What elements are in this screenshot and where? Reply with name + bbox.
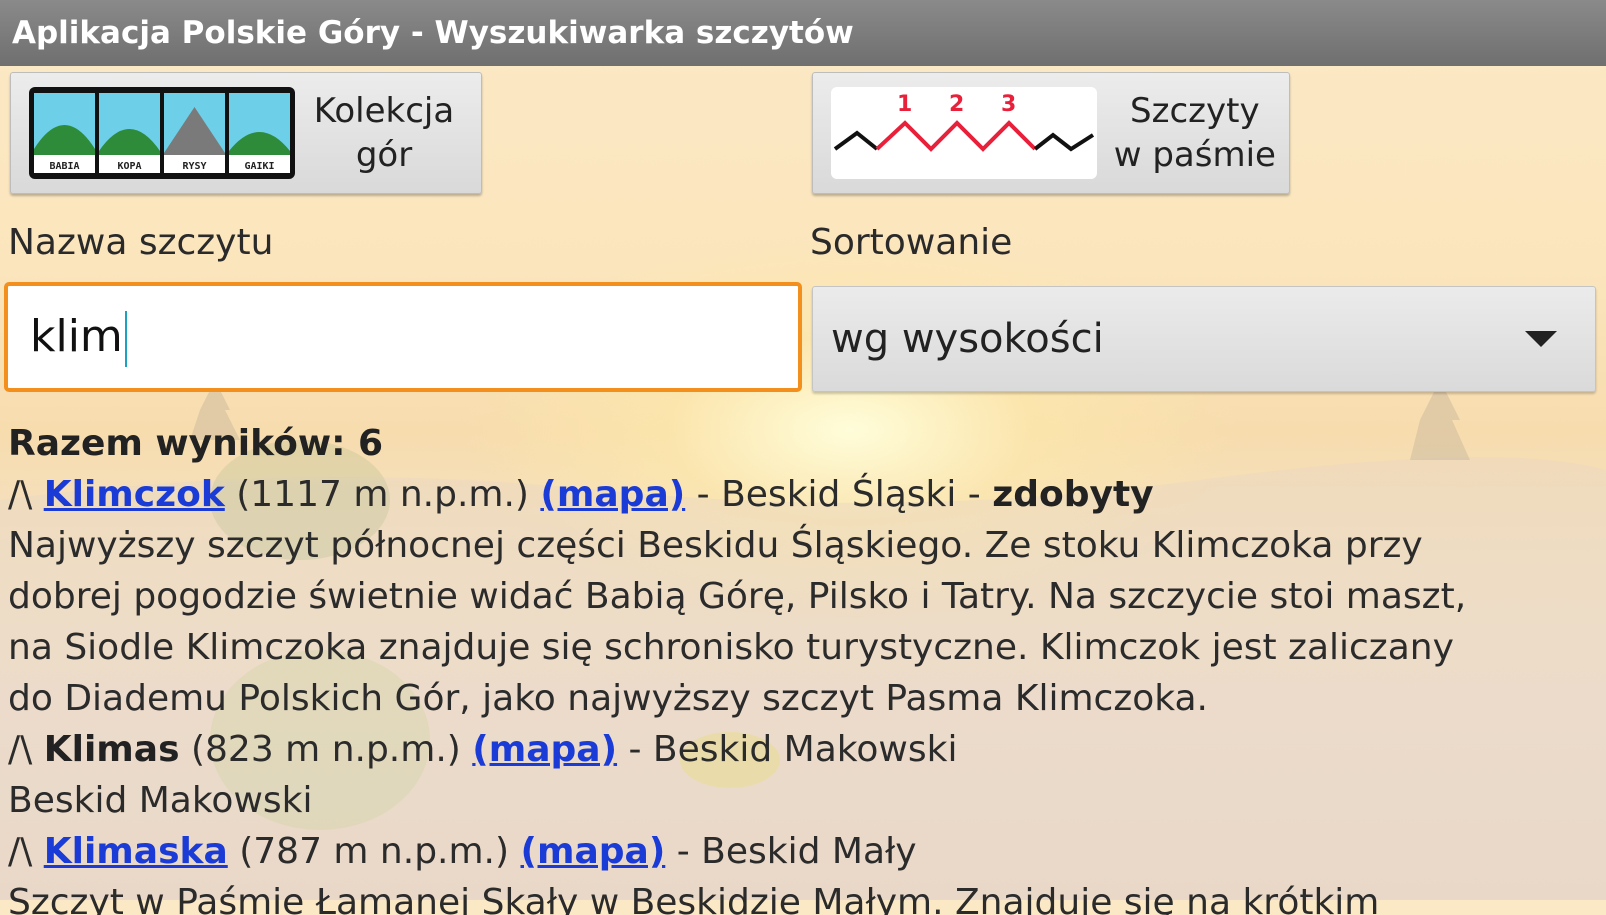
- peak-name-label: Nazwa szczytu: [8, 222, 274, 263]
- peak-marker-icon: /\: [8, 729, 33, 770]
- peak-description-line: Szczyt w Paśmie Łamanej Skały w Beskidzi…: [8, 882, 1380, 915]
- mountain-thumb-icon: GAIKI: [229, 93, 290, 173]
- peak-height: (1117 m n.p.m.): [236, 474, 529, 515]
- peak-name-klimas: Klimas: [43, 729, 180, 770]
- map-link[interactable]: (mapa): [521, 831, 666, 872]
- peak-range: - Beskid Makowski: [628, 729, 958, 770]
- text-caret: [124, 311, 127, 367]
- mountain-thumb-icon: KOPA: [99, 93, 160, 173]
- peak-height: (787 m n.p.m.): [239, 831, 510, 872]
- peak-description-line: na Siodle Klimczoka znajduje się schroni…: [8, 627, 1454, 668]
- map-link[interactable]: (mapa): [472, 729, 617, 770]
- peak-name-input-value: klim: [30, 311, 123, 362]
- peak-range: - Beskid Mały: [676, 831, 917, 872]
- peak-status: zdobyty: [992, 474, 1154, 515]
- thumb-label: BABIA: [49, 161, 80, 172]
- range-number: 2: [949, 92, 964, 117]
- mountain-collection-icon: BABIA KOPA RYSY GAIKI: [29, 87, 295, 179]
- results-total: Razem wyników: 6: [8, 423, 384, 464]
- peak-name-input[interactable]: klim: [4, 282, 802, 392]
- peak-description-line: Beskid Makowski: [8, 780, 313, 821]
- peaks-range-icon: 1 2 3: [831, 87, 1097, 179]
- peaks-in-range-label: Szczyty w paśmie: [1113, 91, 1276, 175]
- peak-marker-icon: /\: [8, 831, 33, 872]
- map-link[interactable]: (mapa): [540, 474, 685, 515]
- result-header: /\ Klimas (823 m n.p.m.) (mapa) - Beskid…: [8, 724, 1588, 775]
- result-header: /\ Klimczok (1117 m n.p.m.) (mapa) - Bes…: [8, 469, 1588, 520]
- mountain-thumb-icon: RYSY: [164, 93, 225, 173]
- mountain-collection-label: Kolekcja gór: [313, 91, 455, 175]
- app-title: Aplikacja Polskie Góry - Wyszukiwarka sz…: [12, 15, 854, 51]
- peak-range: - Beskid Śląski -: [696, 474, 981, 515]
- peaks-in-range-button[interactable]: 1 2 3 Szczyty w paśmie: [812, 72, 1290, 194]
- dropdown-arrow-icon: [1525, 331, 1557, 347]
- thumb-label: GAIKI: [244, 161, 275, 172]
- peak-description-line: dobrej pogodzie świetnie widać Babią Gór…: [8, 576, 1467, 617]
- results-list: Razem wyników: 6 /\ Klimczok (1117 m n.p…: [8, 418, 1588, 915]
- mountain-thumb-icon: BABIA: [34, 93, 95, 173]
- peak-height: (823 m n.p.m.): [190, 729, 461, 770]
- result-header: /\ Klimaska (787 m n.p.m.) (mapa) - Besk…: [8, 826, 1588, 877]
- sort-label: Sortowanie: [810, 222, 1013, 263]
- sort-selected-value: wg wysokości: [831, 316, 1104, 362]
- thumb-label: RYSY: [182, 161, 207, 172]
- peak-description-line: Najwyższy szczyt północnej części Beskid…: [8, 525, 1423, 566]
- thumb-label: KOPA: [117, 161, 142, 172]
- mountain-collection-button[interactable]: BABIA KOPA RYSY GAIKI Kolekcja gór: [10, 72, 482, 194]
- app-title-bar: Aplikacja Polskie Góry - Wyszukiwarka sz…: [0, 0, 1606, 66]
- range-number: 3: [1001, 92, 1016, 117]
- peak-link-klimaska[interactable]: Klimaska: [44, 831, 228, 872]
- peak-link-klimczok[interactable]: Klimczok: [44, 474, 225, 515]
- sort-select[interactable]: wg wysokości: [812, 286, 1596, 392]
- peak-description-line: do Diademu Polskich Gór, jako najwyższy …: [8, 678, 1208, 719]
- peak-marker-icon: /\: [8, 474, 33, 515]
- range-number: 1: [897, 92, 912, 117]
